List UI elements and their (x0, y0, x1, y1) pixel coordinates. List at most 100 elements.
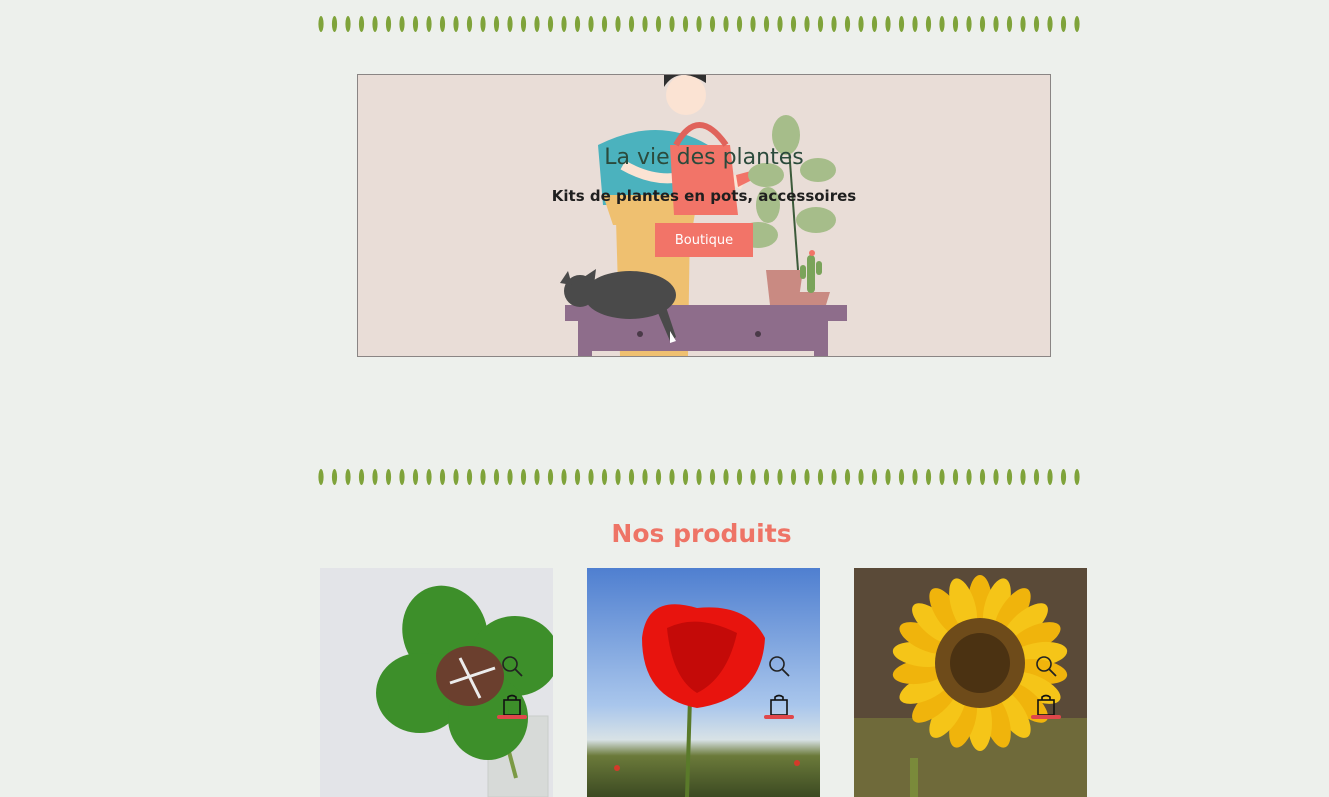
leaf-mark (966, 16, 972, 32)
leaf-mark (993, 16, 999, 32)
leaf-mark (817, 16, 824, 32)
leaf-mark (547, 469, 554, 485)
leaf-mark (682, 16, 689, 32)
leaf-mark (385, 469, 392, 485)
leaf-divider-pattern (318, 469, 1080, 485)
leaf-mark (507, 16, 513, 32)
leaf-mark (723, 16, 729, 32)
hero-title: La vie des plantes (604, 145, 804, 170)
product-card[interactable] (320, 568, 553, 797)
leaf-mark (439, 469, 446, 485)
leaf-mark (561, 16, 567, 32)
leaf-mark (588, 469, 594, 485)
leaf-mark (979, 16, 986, 32)
leaf-mark (372, 469, 378, 485)
leaf-mark (453, 16, 459, 32)
product-card[interactable] (854, 568, 1087, 797)
leaf-mark (1074, 16, 1080, 32)
search-icon[interactable] (500, 654, 524, 678)
shopping-bag-icon[interactable] (1036, 694, 1056, 716)
shopping-bag-icon[interactable] (769, 694, 789, 716)
leaf-mark (952, 469, 959, 485)
red-poppy-photo (587, 568, 820, 797)
leaf-mark (750, 469, 756, 485)
leaf-mark (493, 469, 500, 485)
leaf-mark (358, 16, 365, 32)
shopping-bag-icon[interactable] (502, 694, 522, 716)
search-icon[interactable] (767, 654, 791, 678)
leaf-mark (925, 16, 932, 32)
leaf-mark (426, 16, 432, 32)
leaf-divider-top (318, 14, 1085, 34)
leaf-mark (399, 469, 405, 485)
product-card[interactable] (587, 568, 820, 797)
four-leaf-clover-photo (320, 568, 553, 797)
leaf-mark (331, 16, 338, 32)
leaf-mark (480, 469, 486, 485)
leaf-mark (898, 16, 905, 32)
leaf-mark (804, 16, 810, 32)
leaf-mark (426, 469, 432, 485)
sunflower-photo (854, 568, 1087, 797)
leaf-mark (480, 16, 486, 32)
leaf-mark (642, 16, 648, 32)
leaf-mark (655, 469, 662, 485)
leaf-mark (736, 16, 743, 32)
leaf-mark (1020, 16, 1026, 32)
leaf-mark (669, 16, 675, 32)
leaf-mark (871, 16, 878, 32)
leaf-divider-pattern (318, 16, 1080, 32)
leaf-mark (709, 16, 716, 32)
leaf-mark (466, 16, 473, 32)
leaf-mark (412, 469, 419, 485)
leaf-mark (858, 469, 864, 485)
leaf-mark (399, 16, 405, 32)
leaf-mark (628, 469, 635, 485)
leaf-mark (534, 469, 540, 485)
leaf-mark (318, 469, 324, 485)
leaf-mark (574, 469, 581, 485)
leaf-mark (385, 16, 392, 32)
section-title: Nos produits (611, 519, 792, 548)
leaf-divider-products (318, 467, 1085, 487)
leaf-mark (763, 16, 770, 32)
leaf-mark (655, 16, 662, 32)
gardener-illustration (560, 75, 847, 356)
leaf-mark (534, 16, 540, 32)
leaf-mark (871, 469, 878, 485)
leaf-mark (601, 469, 608, 485)
leaf-mark (777, 469, 783, 485)
leaf-mark (547, 16, 554, 32)
leaf-mark (628, 16, 635, 32)
leaf-mark (898, 469, 905, 485)
leaf-mark (885, 469, 891, 485)
shop-button[interactable]: Boutique (655, 223, 753, 257)
leaf-mark (345, 469, 351, 485)
leaf-mark (1033, 469, 1040, 485)
leaf-mark (601, 16, 608, 32)
leaf-mark (669, 469, 675, 485)
hero-subtitle: Kits de plantes en pots, accessoires (551, 187, 857, 205)
leaf-mark (439, 16, 446, 32)
leaf-mark (736, 469, 743, 485)
leaf-mark (561, 469, 567, 485)
leaf-mark (615, 469, 621, 485)
leaf-mark (939, 16, 945, 32)
leaf-mark (993, 469, 999, 485)
leaf-mark (466, 469, 473, 485)
search-icon[interactable] (1034, 654, 1058, 678)
leaf-mark (777, 16, 783, 32)
leaf-mark (1047, 16, 1053, 32)
leaf-mark (588, 16, 594, 32)
leaf-mark (763, 469, 770, 485)
leaf-mark (372, 16, 378, 32)
leaf-mark (682, 469, 689, 485)
leaf-mark (804, 469, 810, 485)
leaf-mark (831, 16, 837, 32)
leaf-mark (520, 469, 527, 485)
leaf-mark (1020, 469, 1026, 485)
leaf-mark (858, 16, 864, 32)
cart-underline (497, 715, 527, 719)
leaf-mark (912, 469, 918, 485)
leaf-mark (912, 16, 918, 32)
